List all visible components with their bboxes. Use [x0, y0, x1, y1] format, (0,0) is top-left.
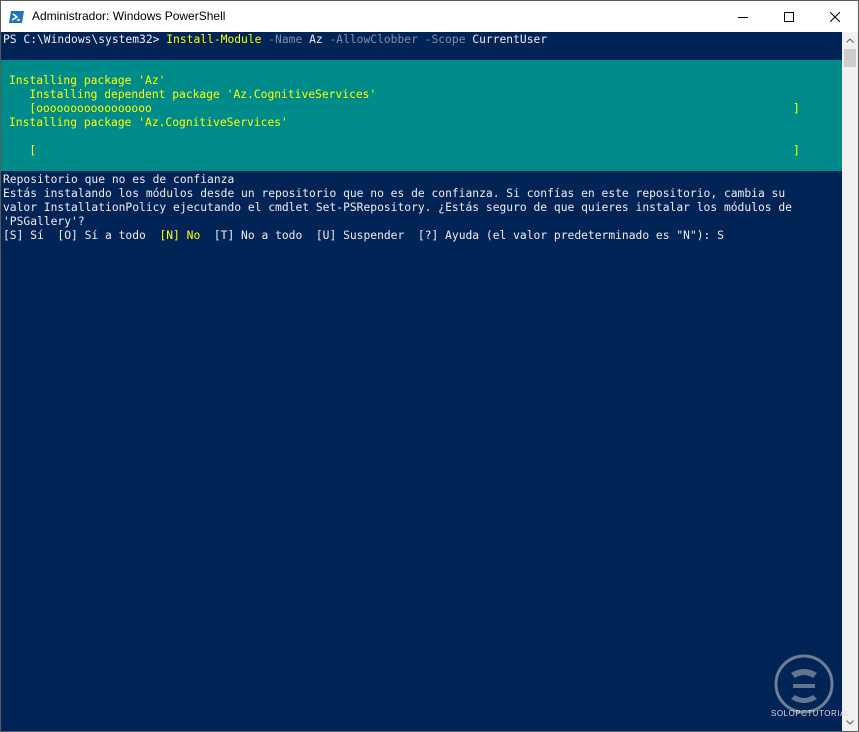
prompt-text-3: 'PSGallery'?: [3, 215, 85, 228]
watermark-text: SOLOPCTUTORIAL: [771, 709, 851, 718]
prompt-heading: Repositorio que no es de confianza: [3, 173, 235, 186]
param-name: -Name: [261, 33, 303, 46]
progress-bar-2-end: ]: [793, 144, 800, 157]
prompt-text-1: Estás instalando los módulos desde un re…: [3, 187, 786, 200]
cmdlet-text: Install-Module: [166, 33, 262, 46]
powershell-icon: [9, 11, 24, 23]
vertical-scrollbar[interactable]: [842, 32, 858, 731]
minimize-icon: [738, 16, 748, 18]
prompt-text: PS C:\Windows\system32>: [3, 33, 167, 46]
choice-yes-options: [S] Sí [O] Sí a todo: [3, 229, 160, 242]
scroll-up-button[interactable]: [842, 32, 858, 49]
window-title: Administrador: Windows PowerShell: [32, 9, 226, 23]
param-allowclobber: -AllowClobber: [322, 33, 418, 46]
close-icon: [830, 11, 840, 22]
progress-line-3: Installing package 'Az.CognitiveServices…: [9, 116, 288, 129]
chevron-up-icon: [846, 38, 854, 43]
command-line: PS C:\Windows\system32> Install-Module -…: [3, 33, 547, 47]
choice-default-no: [N] No: [159, 229, 201, 242]
close-button[interactable]: [812, 1, 858, 32]
progress-bar-1-end: ]: [793, 102, 800, 115]
param-scope-value: CurrentUser: [465, 33, 548, 46]
progress-bar-1: [ooooooooooooooooo: [9, 102, 152, 115]
progress-bar-2: [: [9, 144, 37, 157]
chevron-down-icon: [846, 720, 854, 725]
maximize-icon: [784, 11, 794, 22]
prompt-text-2: valor InstallationPolicy ejecutando el c…: [3, 201, 792, 214]
choice-remaining-options: [T] No a todo [U] Suspender [?] Ayuda (e…: [200, 229, 724, 242]
console-output[interactable]: PS C:\Windows\system32> Install-Module -…: [1, 32, 842, 731]
progress-line-2: Installing dependent package 'Az.Cogniti…: [9, 88, 377, 101]
choice-line: [S] Sí [O] Sí a todo [N] No [T] No a tod…: [3, 229, 724, 243]
powershell-window: Administrador: Windows PowerShell PS C:\…: [0, 0, 859, 732]
param-scope: -Scope: [417, 33, 466, 46]
param-name-value: Az: [302, 33, 323, 46]
minimize-button[interactable]: [720, 1, 766, 32]
title-bar[interactable]: Administrador: Windows PowerShell: [1, 1, 858, 32]
scroll-thumb[interactable]: [844, 49, 856, 67]
progress-line-1: Installing package 'Az': [9, 74, 166, 87]
maximize-button[interactable]: [766, 1, 812, 32]
progress-panel: Installing package 'Az' Installing depen…: [1, 60, 842, 171]
